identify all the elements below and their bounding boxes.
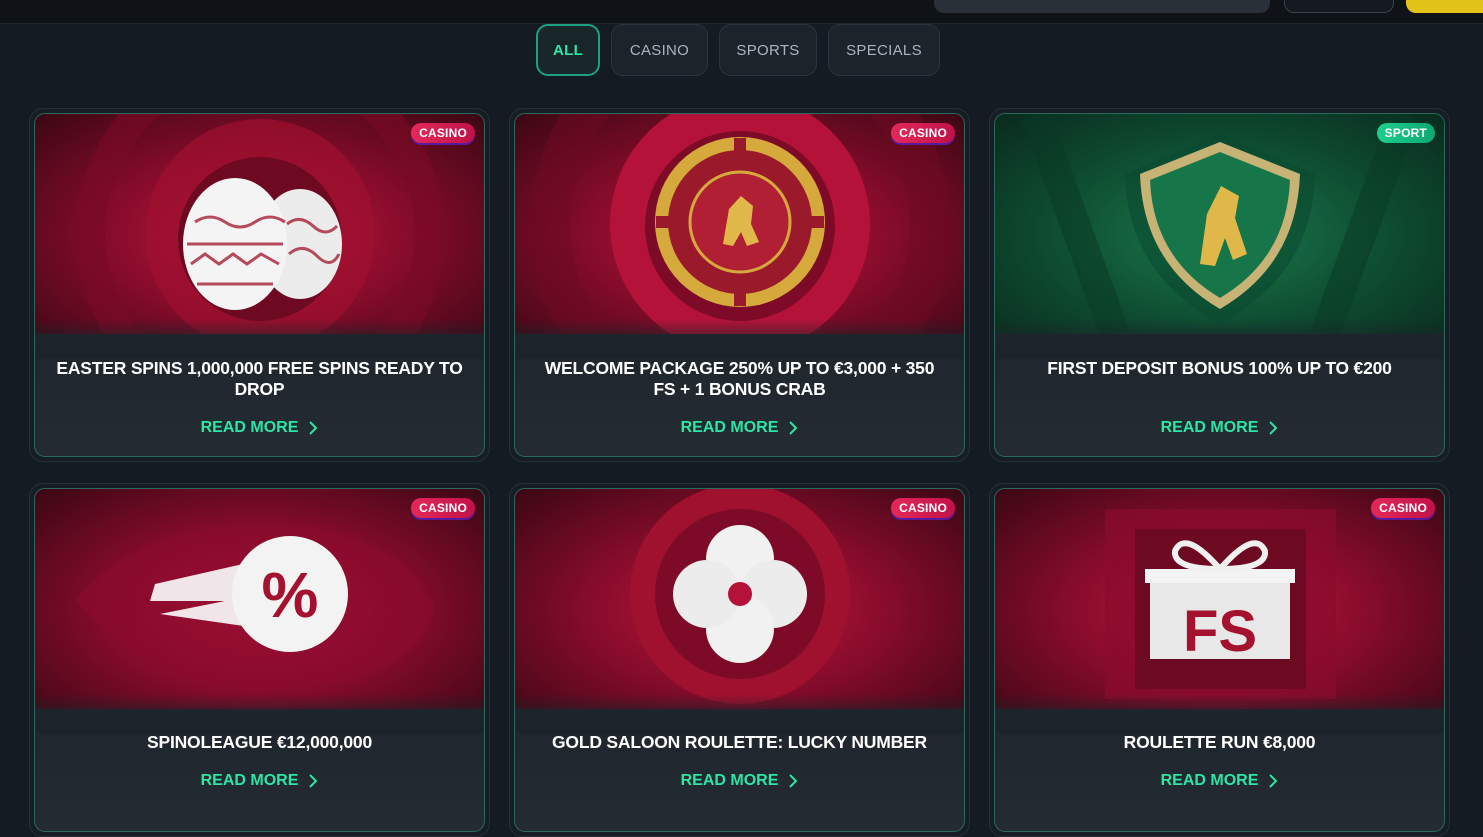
read-more-link[interactable]: READ MORE <box>995 772 1444 790</box>
chevron-right-icon <box>789 421 798 435</box>
promo-card-gold-saloon[interactable]: CASINO GOLD SALOON ROULETTE: LUCKY NUMBE… <box>509 483 970 837</box>
promo-image <box>515 489 964 709</box>
category-badge: CASINO <box>891 123 955 143</box>
read-more-link[interactable]: READ MORE <box>35 772 484 790</box>
promo-title: SPINOLEAGUE €12,000,000 <box>147 732 372 752</box>
read-more-label: READ MORE <box>1160 419 1259 436</box>
read-more-label: READ MORE <box>680 419 779 436</box>
chevron-right-icon <box>309 774 318 788</box>
chevron-right-icon <box>789 774 798 788</box>
svg-text:FS: FS <box>1183 599 1257 664</box>
category-badge: CASINO <box>411 123 475 143</box>
promo-image: FS <box>995 489 1444 709</box>
chevron-right-icon <box>1269 421 1278 435</box>
easter-eggs-icon <box>183 178 342 310</box>
promo-card-first-deposit[interactable]: SPORT FIRST DEPOSIT BONUS 100% UP TO €20… <box>989 108 1450 462</box>
tab-all[interactable]: ALL <box>536 24 600 76</box>
svg-text:%: % <box>262 559 319 631</box>
promo-card-spinoleague[interactable]: % CASINO SPINOLEAGUE €12,000,000 READ MO… <box>29 483 490 837</box>
read-more-label: READ MORE <box>680 772 779 789</box>
read-more-label: READ MORE <box>200 772 299 789</box>
promo-card-easter-spins[interactable]: CASINO EASTER SPINS 1,000,000 FREE SPINS… <box>29 108 490 462</box>
read-more-label: READ MORE <box>200 419 299 436</box>
read-more-link[interactable]: READ MORE <box>35 419 484 437</box>
promo-image <box>515 114 964 334</box>
promo-title: GOLD SALOON ROULETTE: LUCKY NUMBER <box>552 732 927 752</box>
promo-title: FIRST DEPOSIT BONUS 100% UP TO €200 <box>1047 358 1392 378</box>
header-primary-button[interactable] <box>1406 0 1483 13</box>
top-bar <box>0 0 1483 24</box>
promo-title: WELCOME PACKAGE 250% UP TO €3,000 + 350 … <box>544 358 935 399</box>
category-badge: CASINO <box>1371 498 1435 518</box>
read-more-link[interactable]: READ MORE <box>515 419 964 437</box>
read-more-link[interactable]: READ MORE <box>515 772 964 790</box>
promo-title: ROULETTE RUN €8,000 <box>1123 732 1316 752</box>
category-badge: CASINO <box>891 498 955 518</box>
header-button[interactable] <box>1284 0 1394 13</box>
tab-sports[interactable]: SPORTS <box>719 24 817 76</box>
read-more-link[interactable]: READ MORE <box>995 419 1444 437</box>
tab-casino[interactable]: CASINO <box>611 24 708 76</box>
promo-image <box>995 114 1444 334</box>
promo-image <box>35 114 484 334</box>
casino-chip-icon <box>655 137 825 307</box>
promo-card-welcome-package[interactable]: CASINO WELCOME PACKAGE 250% UP TO €3,000… <box>509 108 970 462</box>
category-badge: SPORT <box>1376 123 1435 143</box>
lion-shield-icon <box>1140 142 1300 309</box>
promo-filter-tabs: ALL CASINO SPORTS SPECIALS <box>536 24 940 76</box>
chevron-right-icon <box>1269 774 1278 788</box>
tab-specials[interactable]: SPECIALS <box>828 24 940 76</box>
promo-image: % <box>35 489 484 709</box>
search-bar[interactable] <box>934 0 1270 13</box>
chevron-right-icon <box>309 421 318 435</box>
read-more-label: READ MORE <box>1160 772 1259 789</box>
category-badge: CASINO <box>411 498 475 518</box>
promo-title: EASTER SPINS 1,000,000 FREE SPINS READY … <box>56 358 463 399</box>
promo-card-roulette-run[interactable]: FS CASINO ROULETTE RUN €8,000 READ MORE <box>989 483 1450 837</box>
